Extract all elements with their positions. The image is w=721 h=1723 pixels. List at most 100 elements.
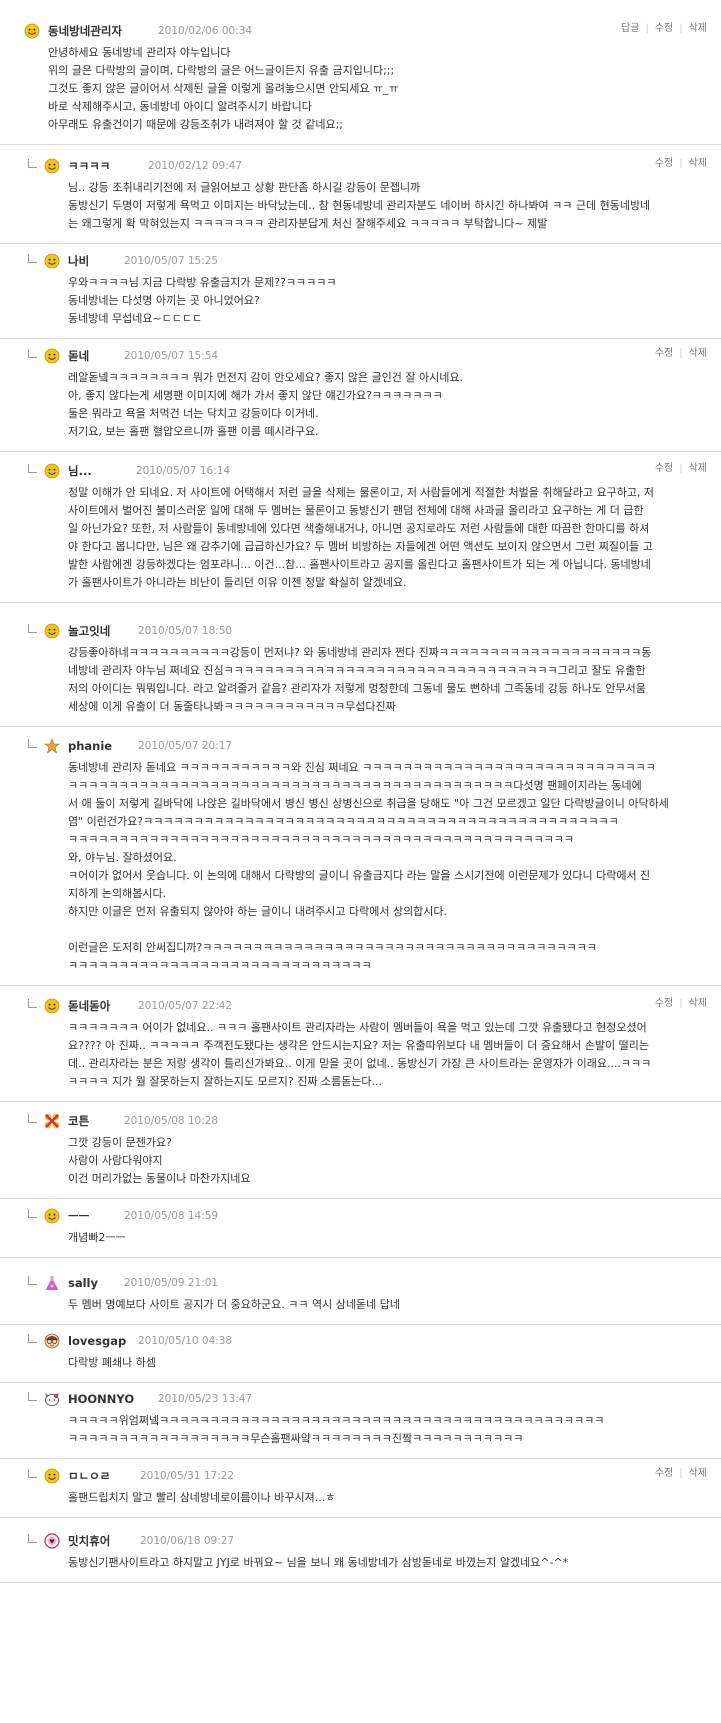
delete-button[interactable]: 삭제 <box>689 348 707 359</box>
comment-text-line: 그것도 좋지 않은 글이어서 삭제된 글을 이렇게 올려놓으시면 안되세요 ㅠ_… <box>48 82 399 95</box>
action-separator: | <box>679 158 683 169</box>
reply-arrow-icon <box>28 254 37 263</box>
comment-text-line: 동방신기 두명이 저렇게 욕먹고 이미지는 바닥났는데.. 참 현동네방네 관리… <box>68 199 651 212</box>
comment-author[interactable]: 님... <box>68 462 92 480</box>
comment-text-line: 서 애 둘이 저렇게 길바닥에 나앉은 길바닥에서 병신 병신 상병신으로 취급… <box>68 797 669 810</box>
comment-text-line: 염" 이런건가요?ㅋㅋㅋㅋㅋㅋㅋㅋㅋㅋㅋㅋㅋㅋㅋㅋㅋㅋㅋㅋㅋㅋㅋㅋㅋㅋㅋㅋㅋㅋㅋ… <box>68 815 619 828</box>
reply-comment: 코튼 2010/05/08 10:28 그깟 강등이 문젠가요? 사람이 사람다워야지… <box>0 1100 721 1199</box>
comment-date: 2010/05/07 15:54 <box>124 350 219 362</box>
comment-author[interactable]: 밋치휴어 <box>68 1532 110 1550</box>
reply-comment: 놀고잇네 2010/05/07 18:50 강등좋아하네ㅋㅋㅋㅋㅋㅋㅋㅋㅋㅋ강등이 … <box>0 610 721 727</box>
comment-header: HOONNYO 2010/05/23 13:47 <box>44 1390 711 1408</box>
comment-author[interactable]: 코튼 <box>68 1112 89 1130</box>
main-comment: 동네방네관리자 2010/02/06 00:34 답글 | 수정 | 삭제 안녕하세요 동네방… <box>0 10 721 145</box>
comment-date: 2010/05/10 04:38 <box>138 1335 233 1347</box>
reply-comment: phanie 2010/05/07 20:17 동네방네 관리자 돋네요 ㅋㅋㅋㅋㅋ… <box>0 725 721 986</box>
reply-comment: ♥ 밋치휴어 2010/06/18 09:27 동방신기팬사이트라고 하지말고 JYJ… <box>0 1520 721 1583</box>
comment-header: 돋네 2010/05/07 15:54 수정 | 삭제 <box>44 347 711 365</box>
comment-header: ♥ 밋치휴어 2010/06/18 09:27 <box>44 1532 711 1550</box>
comment-text-line: 홀팬드립치지 말고 빨리 삼네방네로이름이나 바꾸시져...ㅎ <box>68 1491 336 1504</box>
comment-header: 돋네돋아 2010/05/07 22:42 수정 | 삭제 <box>44 997 711 1015</box>
comment-text-line <box>68 921 711 939</box>
comment-text-line: 레알돋넼ㅋㅋㅋㅋㅋㅋㅋㅋ 뭐가 먼전지 감이 안오세요? 좋지 않은 글인건 잘… <box>68 371 464 384</box>
comment-body: 정말 이해가 안 되네요. 저 사이트에 어택해서 저런 글을 삭제는 물론이고… <box>68 484 711 592</box>
reply-arrow-icon <box>28 1276 37 1285</box>
comment-text-line: 동네방네 무섭네요~ㄷㄷㄷㄷ <box>68 312 203 325</box>
comment-text-line: 동네방네 관리자 돋네요 ㅋㅋㅋㅋㅋㅋㅋㅋㅋㅋㅋ와 진심 쩌네요 ㅋㅋㅋㅋㅋㅋㅋ… <box>68 761 656 774</box>
reply-comment: 님... 2010/05/07 16:14 수정 | 삭제 정말 이해가 안 되네요. 저… <box>0 450 721 603</box>
smiley-icon <box>44 1208 60 1224</box>
comment-text-line: 일 아닌가요? 또한, 저 사람들이 동네방네에 있다면 색출해내거나, 아니면… <box>68 522 650 535</box>
action-separator: | <box>679 1468 683 1479</box>
comment-body: 다락방 폐쇄나 하셈 <box>68 1354 711 1372</box>
action-separator: | <box>679 348 683 359</box>
comment-text-line: 데.. 관리자라는 분은 저랑 생각이 틀리신가봐요.. 이게 믿을 곳이 없네… <box>68 1057 652 1070</box>
comment-author[interactable]: 놀고잇네 <box>68 622 110 640</box>
reply-arrow-icon <box>28 349 37 358</box>
comment-text-line: 정말 이해가 안 되네요. 저 사이트에 어택해서 저런 글을 삭제는 물론이고… <box>68 486 655 499</box>
comment-author[interactable]: 동네방네관리자 <box>48 22 122 40</box>
comment-author[interactable]: ㅁㄴㅇㄹ <box>68 1467 110 1485</box>
comment-author[interactable]: phanie <box>68 737 112 755</box>
edit-button[interactable]: 수정 <box>655 1468 673 1479</box>
comment-date: 2010/05/07 20:17 <box>138 740 233 752</box>
delete-button[interactable]: 삭제 <box>689 23 707 34</box>
comment-text-line: ㅋㅋㅋㅋㅋ위엄쩌넼ㅋㅋㅋㅋㅋㅋㅋㅋㅋㅋㅋㅋㅋㅋㅋㅋㅋㅋㅋㅋㅋㅋㅋㅋㅋㅋㅋㅋㅋㅋㅋ… <box>68 1414 605 1427</box>
comment-text-line: ㅋㅋㅋㅋㅋㅋㅋㅋㅋㅋㅋㅋㅋㅋㅋㅋㅋㅋ무슨홀팬싸얔ㅋㅋㅋㅋㅋㅋㅋㅋ진짴ㅋㅋㅋㅋㅋㅋ… <box>68 1432 524 1445</box>
comment-date: 2010/02/12 09:47 <box>148 160 243 172</box>
edit-button[interactable]: 수정 <box>655 348 673 359</box>
delete-button[interactable]: 삭제 <box>689 998 707 1009</box>
comment-author[interactable]: 돋네돋아 <box>68 997 110 1015</box>
delete-button[interactable]: 삭제 <box>689 158 707 169</box>
comment-actions: 수정 | 삭제 <box>655 460 707 478</box>
comment-text-line: 아, 좋지 않다는게 세명팬 이미지에 해가 가서 좋지 않단 얘긴가요?ㅋㅋㅋ… <box>68 389 443 402</box>
comment-text-line: 는 왜그렇게 확 막혀있는지 ㅋㅋㅋㅋㅋㅋㅋ 관리자분답게 처신 잘해주세요 ㅋ… <box>68 217 548 230</box>
comment-author[interactable]: HOONNYO <box>68 1390 134 1408</box>
smiley-icon <box>24 23 40 39</box>
comment-actions: 수정 | 삭제 <box>655 1465 707 1483</box>
comment-text-line: 지하게 논의해봅시다. <box>68 887 167 900</box>
edit-button[interactable]: 수정 <box>655 158 673 169</box>
reply-button[interactable]: 답글 <box>621 23 639 34</box>
comment-text-line: 둘은 뭐라고 욕을 처먹건 너는 닥치고 강등이다 이거네. <box>68 407 319 420</box>
reply-comment: lovesgap 2010/05/10 04:38 다락방 폐쇄나 하셈 <box>0 1320 721 1383</box>
comment-text-line: 님.. 강등 조취내리기전에 저 글읽어보고 상황 판단좀 하시길 강등이 문젭… <box>68 181 421 194</box>
star-icon <box>44 738 60 754</box>
comment-text-line: 와, 야누님. 잘하셨어요. <box>68 851 177 864</box>
comment-text-line: 안녕하세요 동네방네 관리자 야누입니다 <box>48 46 231 59</box>
comment-date: 2010/05/08 10:28 <box>124 1115 219 1127</box>
comment-text-line: 네방네 관리자 야누님 쩌네요 진심ㅋㅋㅋㅋㅋㅋㅋㅋㅋㅋㅋㅋㅋㅋㅋㅋㅋㅋㅋㅋㅋㅋ… <box>68 664 646 677</box>
comment-actions: 수정 | 삭제 <box>655 345 707 363</box>
edit-button[interactable]: 수정 <box>655 463 673 474</box>
comment-text-line: ㅋㅋㅋㅋㅋㅋㅋㅋㅋㅋㅋㅋㅋㅋㅋㅋㅋㅋㅋㅋㅋㅋㅋㅋㅋㅋㅋㅋㅋㅋ <box>68 959 372 972</box>
comment-author[interactable]: sally <box>68 1274 98 1292</box>
smiley-icon <box>44 253 60 269</box>
comment-actions: 수정 | 삭제 <box>655 995 707 1013</box>
svg-text:♥: ♥ <box>49 1539 54 1546</box>
reply-comment: 나비 2010/05/07 15:25 우와ㅋㅋㅋㅋ님 지금 다락방 유출금지가 문… <box>0 240 721 339</box>
comment-text-line: 하지만 이글은 먼저 유출되지 않아야 하는 글이니 내려주시고 다락에서 상의… <box>68 905 448 918</box>
badge-icon: ♥ <box>44 1533 60 1549</box>
action-separator: | <box>679 23 683 34</box>
comment-text-line: 위의 글은 다락방의 글이며, 다락방의 글은 어느글이든지 유출 금지입니다;… <box>48 64 395 77</box>
comment-author[interactable]: 돋네 <box>68 347 89 365</box>
delete-button[interactable]: 삭제 <box>689 463 707 474</box>
comment-date: 2010/05/07 15:25 <box>124 255 219 267</box>
edit-button[interactable]: 수정 <box>655 23 673 34</box>
comment-author[interactable]: ㅋㅋㅋㅋ <box>68 157 110 175</box>
reply-comment: ㅁㄴㅇㄹ 2010/05/31 17:22 수정 | 삭제 홀팬드립치지 말고 빨리 삼네… <box>0 1455 721 1518</box>
comment-author[interactable]: lovesgap <box>68 1332 126 1350</box>
edit-button[interactable]: 수정 <box>655 998 673 1009</box>
comment-date: 2010/02/06 00:34 <box>158 25 253 37</box>
delete-button[interactable]: 삭제 <box>689 1468 707 1479</box>
reply-arrow-icon <box>28 624 37 633</box>
comment-text-line: 그깟 강등이 문젠가요? <box>68 1136 172 1149</box>
comment-header: 코튼 2010/05/08 10:28 <box>44 1112 711 1130</box>
comment-text-line: 동방신기팬사이트라고 하지말고 JYJ로 바꿔요~ 님을 보니 왜 동네방네가 … <box>68 1556 569 1569</box>
reply-comment: HOONNYO 2010/05/23 13:47 ㅋㅋㅋㅋㅋ위엄쩌넼ㅋㅋㅋㅋㅋㅋㅋㅋ… <box>0 1378 721 1459</box>
smiley-icon <box>44 1468 60 1484</box>
comment-author[interactable]: ㅡㅡ <box>68 1207 89 1225</box>
comment-text-line: 사람이 사람다워야지 <box>68 1154 163 1167</box>
reply-arrow-icon <box>28 739 37 748</box>
comment-author[interactable]: 나비 <box>68 252 89 270</box>
